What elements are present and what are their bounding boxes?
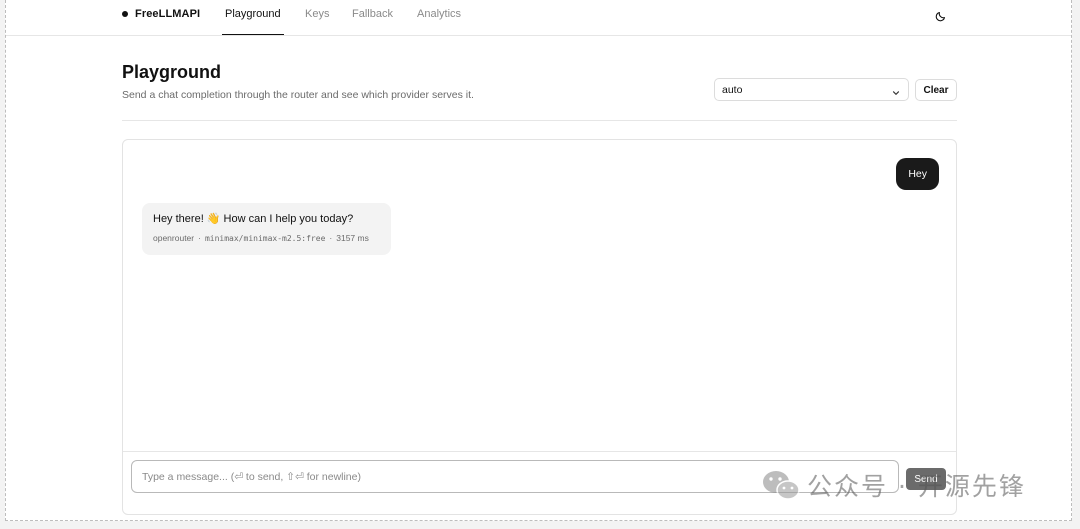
assistant-message-text: Hey there! 👋 How can I help you today? bbox=[153, 213, 354, 225]
assistant-message-meta: openrouter · minimax/minimax-m2.5:free · 315… bbox=[153, 233, 380, 243]
provider-label: openrouter bbox=[153, 233, 195, 243]
tab-keys[interactable]: Keys bbox=[302, 8, 332, 35]
user-message-bubble: Hey bbox=[896, 158, 939, 190]
app-window: FreeLLMAPI Playground Keys Fallback Anal… bbox=[5, 0, 1072, 521]
message-input[interactable] bbox=[131, 460, 899, 493]
chat-panel: Hey Hey there! 👋 How can I help you toda… bbox=[122, 139, 957, 515]
page-subtitle: Send a chat completion through the route… bbox=[122, 89, 474, 101]
header-divider bbox=[122, 120, 957, 121]
tab-analytics[interactable]: Analytics bbox=[414, 8, 464, 35]
composer-divider bbox=[123, 451, 956, 452]
brand[interactable]: FreeLLMAPI bbox=[122, 8, 200, 20]
chevron-down-icon bbox=[891, 85, 901, 95]
model-select[interactable]: auto bbox=[714, 78, 909, 101]
brand-name: FreeLLMAPI bbox=[135, 8, 201, 20]
page-title: Playground bbox=[122, 62, 222, 82]
tab-playground[interactable]: Playground bbox=[222, 8, 284, 35]
send-button[interactable]: Send bbox=[906, 468, 946, 490]
meta-separator: · bbox=[198, 233, 201, 243]
model-label: minimax/minimax-m2.5:free bbox=[204, 234, 326, 243]
assistant-message-bubble: Hey there! 👋 How can I help you today? o… bbox=[142, 203, 391, 255]
user-message-text: Hey bbox=[908, 168, 927, 180]
meta-separator: · bbox=[329, 233, 333, 243]
top-nav: FreeLLMAPI Playground Keys Fallback Anal… bbox=[6, 0, 1071, 36]
moon-icon[interactable] bbox=[935, 9, 947, 22]
brand-dot-icon bbox=[122, 11, 128, 17]
clear-button[interactable]: Clear bbox=[915, 79, 957, 101]
model-select-value: auto bbox=[722, 83, 743, 96]
latency-label: 3157 ms bbox=[336, 233, 369, 243]
tab-fallback[interactable]: Fallback bbox=[349, 8, 396, 35]
